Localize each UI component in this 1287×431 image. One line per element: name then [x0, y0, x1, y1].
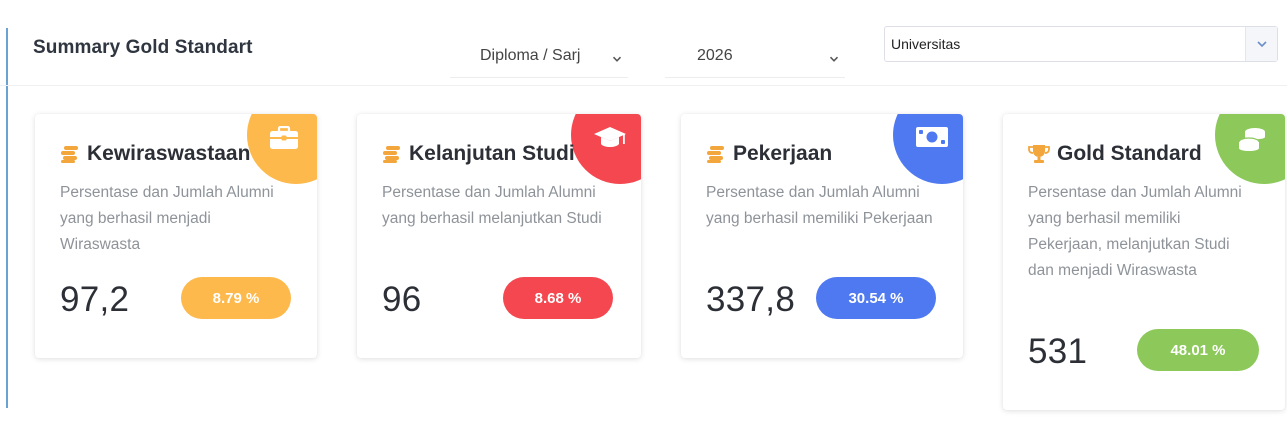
corner-badge — [571, 114, 641, 184]
briefcase-icon — [270, 126, 298, 149]
year-select[interactable]: 2026 — [665, 34, 845, 78]
money-bill-icon — [916, 127, 948, 147]
graduation-cap-icon — [594, 127, 626, 147]
page-title: Summary Gold Standart — [33, 37, 253, 58]
coins-icon — [382, 144, 402, 164]
card-value: 97,2 — [60, 280, 130, 319]
card-title: Kewiraswastaan — [60, 142, 250, 166]
percent-badge: 8.68 % — [503, 277, 613, 319]
corner-badge — [247, 114, 317, 184]
card-kewiraswastaan: Kewiraswastaan Persentase dan Jumlah Alu… — [35, 114, 317, 358]
chevron-down-icon — [829, 51, 839, 62]
corner-badge — [893, 114, 963, 184]
trophy-icon — [1028, 144, 1050, 164]
scope-select[interactable]: Universitas — [884, 26, 1278, 62]
year-select-value: 2026 — [697, 46, 733, 64]
card-value: 96 — [382, 280, 422, 319]
coins-icon — [60, 144, 80, 164]
chevron-down-icon — [612, 51, 622, 62]
card-title-label: Kelanjutan Studi — [409, 142, 575, 165]
corner-badge — [1215, 114, 1285, 184]
card-pekerjaan: Pekerjaan Persentase dan Jumlah Alumni y… — [681, 114, 963, 358]
degree-select[interactable]: Diploma / Sarj — [450, 34, 628, 78]
summary-header: Summary Gold Standart Diploma / Sarj 202… — [0, 0, 1287, 86]
percent-badge: 30.54 % — [816, 277, 936, 319]
coin-stack-icon — [1238, 128, 1265, 151]
percent-badge: 48.01 % — [1137, 329, 1259, 371]
chevron-down-icon — [1245, 27, 1277, 61]
card-description: Persentase dan Jumlah Alumni yang berhas… — [1028, 184, 1242, 279]
card-gold-standard: Gold Standard Persentase dan Jumlah Alum… — [1003, 114, 1285, 410]
card-title: Kelanjutan Studi — [382, 142, 575, 166]
card-title: Gold Standard — [1028, 142, 1202, 166]
card-title-label: Kewiraswastaan — [87, 142, 251, 165]
scope-select-value: Universitas — [891, 36, 961, 52]
card-title: Pekerjaan — [706, 142, 832, 166]
degree-select-value: Diploma / Sarj — [480, 46, 581, 64]
percent-badge: 8.79 % — [181, 277, 291, 319]
card-kelanjutan-studi: Kelanjutan Studi Persentase dan Jumlah A… — [357, 114, 641, 358]
card-title-label: Gold Standard — [1057, 142, 1202, 165]
card-description: Persentase dan Jumlah Alumni yang berhas… — [706, 184, 933, 227]
card-description: Persentase dan Jumlah Alumni yang berhas… — [382, 184, 602, 227]
card-value: 531 — [1028, 332, 1088, 371]
card-title-label: Pekerjaan — [733, 142, 833, 165]
coins-icon — [706, 144, 726, 164]
card-description: Persentase dan Jumlah Alumni yang berhas… — [60, 184, 274, 253]
card-value: 337,8 — [706, 280, 796, 319]
